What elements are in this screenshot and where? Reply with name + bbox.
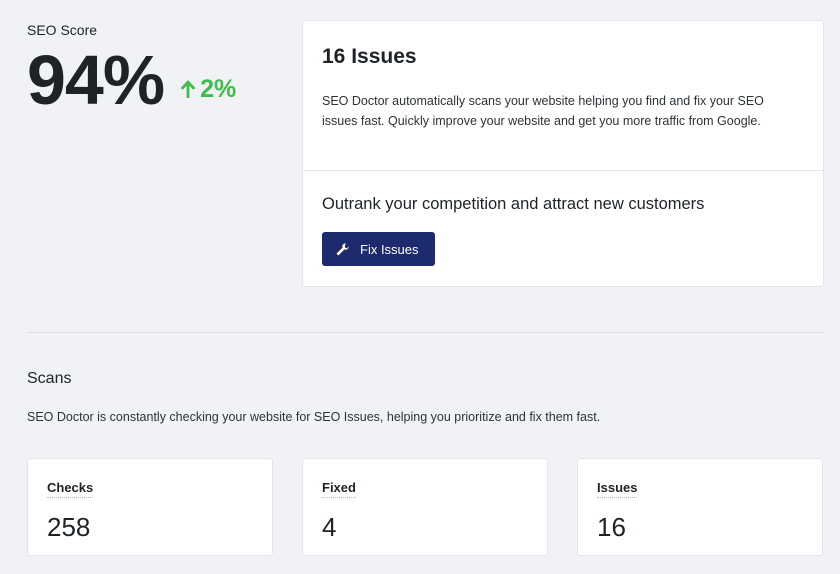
stat-value: 16 <box>597 512 626 542</box>
issues-card: 16 Issues SEO Doctor automatically scans… <box>302 20 824 287</box>
seo-score-row: 94% 2% <box>27 40 236 120</box>
wrench-icon <box>336 243 349 256</box>
arrow-up-icon <box>181 80 196 98</box>
scans-description: SEO Doctor is constantly checking your w… <box>27 410 601 424</box>
fix-issues-label: Fix Issues <box>360 241 419 257</box>
stat-card-checks: Checks 258 <box>27 458 273 556</box>
stat-card-fixed: Fixed 4 <box>302 458 548 556</box>
cta-heading: Outrank your competition and attract new… <box>322 195 705 213</box>
issues-cta: Outrank your competition and attract new… <box>303 171 823 266</box>
score-change-value: 2% <box>200 74 237 103</box>
stat-value: 258 <box>47 512 91 542</box>
stat-label: Issues <box>597 480 638 498</box>
stat-card-issues: Issues 16 <box>577 458 823 556</box>
stat-label: Fixed <box>322 480 356 498</box>
score-change: 2% <box>180 75 236 104</box>
seo-score-label: SEO Score <box>27 22 98 38</box>
stat-label: Checks <box>47 480 94 498</box>
issues-description: SEO Doctor automatically scans your webs… <box>322 94 764 128</box>
issues-summary: 16 Issues SEO Doctor automatically scans… <box>303 21 823 171</box>
stat-value: 4 <box>322 512 337 542</box>
scans-title: Scans <box>27 370 72 387</box>
section-divider <box>27 332 824 333</box>
issues-title: 16 Issues <box>322 45 417 68</box>
seo-score-value: 94% <box>27 41 165 119</box>
fix-issues-button[interactable]: Fix Issues <box>322 232 435 266</box>
